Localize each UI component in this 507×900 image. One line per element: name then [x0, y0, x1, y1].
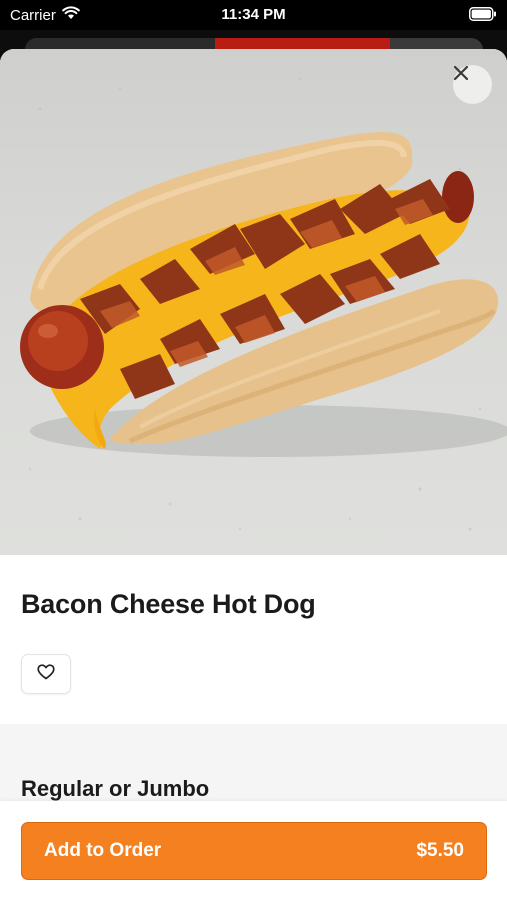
hot-dog-illustration [20, 77, 507, 531]
bottom-bar: Add to Order $5.50 [0, 801, 507, 900]
status-bar: Carrier 11:34 PM [0, 0, 507, 30]
status-time: 11:34 PM [221, 6, 286, 23]
favorite-button[interactable] [21, 654, 71, 694]
item-photo [0, 49, 507, 555]
heart-icon [37, 663, 55, 685]
screen: Carrier 11:34 PM Bacon Cheese Hot Dog Re… [0, 0, 507, 900]
price-label: $5.50 [416, 840, 464, 861]
close-button[interactable] [453, 65, 492, 104]
battery-icon [469, 7, 497, 25]
item-title: Bacon Cheese Hot Dog [21, 589, 316, 619]
options-heading: Regular or Jumbo [21, 776, 210, 801]
add-to-order-label: Add to Order [44, 840, 162, 861]
item-detail-sheet: Bacon Cheese Hot Dog Regular or Jumbo Ad… [0, 49, 507, 900]
add-to-order-button[interactable]: Add to Order $5.50 [21, 822, 487, 880]
